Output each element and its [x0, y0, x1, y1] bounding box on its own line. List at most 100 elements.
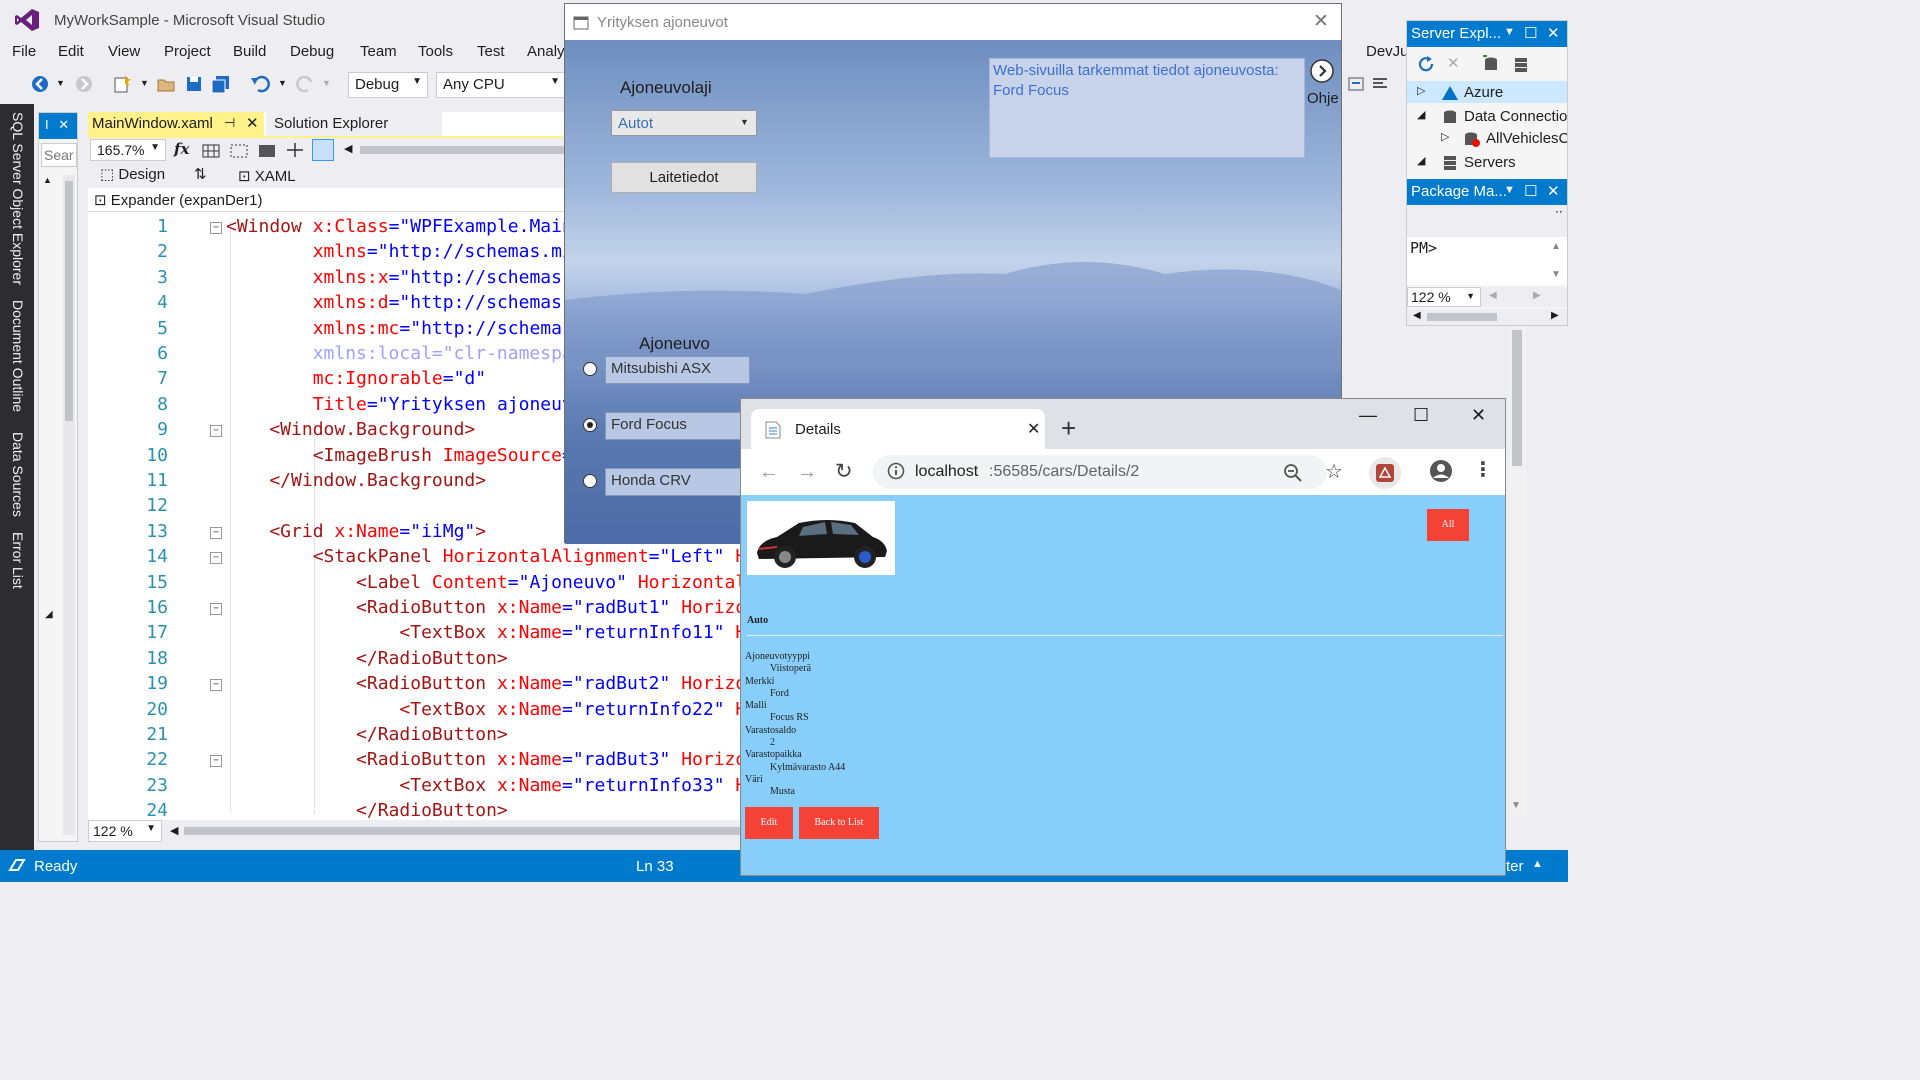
tree-item-azure[interactable]: ▷ Azure: [1407, 81, 1567, 103]
maximize-icon[interactable]: ☐: [1524, 182, 1537, 200]
radio-vehicle-1[interactable]: [583, 362, 597, 376]
back-to-list-button[interactable]: Back to List: [799, 807, 879, 839]
undo-icon[interactable]: [250, 74, 272, 94]
collapse-icon[interactable]: −: [210, 425, 222, 438]
right-v-scrollbar[interactable]: ▼: [1508, 326, 1526, 816]
all-button[interactable]: All: [1427, 509, 1469, 541]
vehicle-1-textbox[interactable]: Mitsubishi ASX: [605, 356, 750, 384]
menu-build[interactable]: Build: [233, 43, 266, 60]
account-icon[interactable]: [1429, 459, 1453, 483]
browser-tab[interactable]: Details ✕: [751, 409, 1045, 449]
refresh-icon[interactable]: [1417, 55, 1435, 73]
code-h-scrollbar[interactable]: [184, 827, 740, 835]
scroll-right-icon[interactable]: ▶: [1533, 290, 1541, 301]
reload-icon[interactable]: ↻: [835, 459, 853, 484]
pin-icon[interactable]: ⊣: [224, 115, 235, 131]
toolbox-search-input[interactable]: [41, 143, 77, 167]
collapse-icon[interactable]: −: [210, 603, 222, 615]
save-all-icon[interactable]: [210, 74, 232, 94]
close-icon[interactable]: ✕: [1471, 405, 1486, 426]
tab-sql-server-object-explorer[interactable]: SQL Server Object Explorer: [10, 112, 26, 285]
menu-team[interactable]: Team: [360, 43, 397, 60]
grid-icon[interactable]: [202, 142, 220, 159]
stop-icon[interactable]: ✕: [1447, 54, 1460, 72]
maximize-icon[interactable]: ☐: [1524, 24, 1537, 42]
scroll-left-icon[interactable]: ◀: [344, 142, 352, 155]
code-zoom-select[interactable]: 122 % ▼: [88, 820, 162, 842]
toolbar-refresh-icon[interactable]: [1346, 74, 1366, 94]
vehicle-3-textbox[interactable]: Honda CRV: [605, 468, 750, 496]
chevron-right-icon[interactable]: ▷: [1417, 84, 1425, 97]
scroll-down-icon[interactable]: ▼: [1551, 269, 1561, 280]
connect-database-icon[interactable]: [1481, 55, 1499, 73]
menu-test[interactable]: Test: [477, 43, 505, 60]
platform-select[interactable]: Any CPU ▼: [436, 72, 566, 98]
tree-item-allvehicles[interactable]: ▷ AllVehiclesCo: [1407, 127, 1567, 149]
collapse-icon[interactable]: −: [210, 222, 222, 234]
scroll-right-icon[interactable]: ▶: [1551, 310, 1559, 321]
collapse-icon[interactable]: −: [210, 679, 222, 692]
snap-grid-icon[interactable]: [230, 142, 248, 159]
expanded-arrow-icon[interactable]: ◢: [1417, 154, 1425, 167]
close-icon[interactable]: ✕: [1027, 419, 1040, 439]
collapse-icon[interactable]: −: [210, 552, 222, 565]
back-arrow-icon[interactable]: ←: [759, 461, 779, 484]
new-project-icon[interactable]: [112, 74, 132, 94]
toolbox-scrollbar[interactable]: [63, 175, 75, 835]
scroll-left-icon[interactable]: ◀: [170, 824, 178, 837]
forward-arrow-icon[interactable]: →: [797, 461, 817, 484]
close-icon[interactable]: ✕: [1547, 182, 1560, 200]
close-icon[interactable]: ✕: [58, 117, 69, 132]
save-icon[interactable]: [184, 74, 204, 94]
menu-project[interactable]: Project: [164, 43, 211, 60]
pm-h-scrollbar[interactable]: ◀ ▶: [1407, 309, 1567, 325]
toolbox-pin-icon[interactable]: I: [45, 117, 49, 132]
tree-item-servers[interactable]: ◢ Servers: [1407, 151, 1567, 173]
info-icon[interactable]: [887, 462, 905, 480]
open-folder-icon[interactable]: [156, 74, 176, 94]
artboard-icon[interactable]: [258, 142, 276, 159]
menu-devju[interactable]: DevJu: [1366, 43, 1409, 60]
scroll-down-icon[interactable]: ▼: [1511, 800, 1521, 811]
menu-tools[interactable]: Tools: [418, 43, 453, 60]
close-icon[interactable]: ✕: [246, 114, 259, 132]
scroll-up-icon[interactable]: ▲: [43, 175, 57, 185]
package-manager-console[interactable]: PM> ▲ ▼: [1407, 237, 1567, 285]
pdf-extension-icon[interactable]: [1369, 457, 1401, 489]
next-help-icon[interactable]: [1309, 58, 1335, 84]
tab-document-outline[interactable]: Document Outline: [10, 300, 26, 412]
scroll-left-icon[interactable]: ◀: [1413, 310, 1421, 321]
menu-debug[interactable]: Debug: [290, 43, 334, 60]
menu-analyze[interactable]: Analy: [527, 43, 565, 60]
scroll-left-icon[interactable]: ◀: [1489, 290, 1497, 301]
pm-zoom-select[interactable]: 122 % ▼: [1407, 287, 1481, 307]
tab-solution-explorer[interactable]: Solution Explorer: [266, 112, 442, 136]
snap-lines-icon[interactable]: [286, 141, 304, 158]
status-publish[interactable]: ter: [1506, 858, 1524, 875]
tab-mainwindow-xaml[interactable]: MainWindow.xaml ⊣ ✕: [88, 112, 264, 136]
toolbar-format-icon[interactable]: [1370, 74, 1390, 94]
minimize-icon[interactable]: —: [1359, 405, 1377, 426]
bookmark-star-icon[interactable]: ☆: [1325, 459, 1343, 484]
fx-icon[interactable]: fx: [174, 140, 189, 158]
device-info-button[interactable]: Laitetiedot: [611, 162, 757, 193]
tab-design[interactable]: ⬚ Design: [100, 165, 165, 183]
chevron-up-icon[interactable]: ▲: [1532, 858, 1543, 870]
scroll-up-icon[interactable]: ▲: [1551, 241, 1561, 252]
back-nav-icon[interactable]: [30, 74, 50, 94]
collapse-icon[interactable]: −: [210, 755, 222, 768]
close-icon[interactable]: ✕: [1547, 24, 1560, 42]
edit-button[interactable]: Edit: [745, 807, 793, 839]
undo-dropdown-icon[interactable]: ▼: [278, 78, 287, 88]
more-menu-icon[interactable]: ⋮: [1473, 457, 1493, 482]
tab-xaml[interactable]: ⊡ XAML: [238, 167, 296, 185]
redo-icon[interactable]: [294, 74, 316, 94]
connect-server-icon[interactable]: [1511, 55, 1529, 73]
menu-view[interactable]: View: [108, 43, 140, 60]
tab-data-sources[interactable]: Data Sources: [10, 432, 26, 517]
new-dropdown-icon[interactable]: ▼: [140, 78, 149, 88]
overflow-icon[interactable]: ⋅⋅: [1555, 205, 1563, 219]
menu-file[interactable]: File: [12, 43, 36, 60]
new-tab-plus-icon[interactable]: +: [1061, 415, 1076, 441]
collapse-icon[interactable]: −: [210, 526, 222, 539]
